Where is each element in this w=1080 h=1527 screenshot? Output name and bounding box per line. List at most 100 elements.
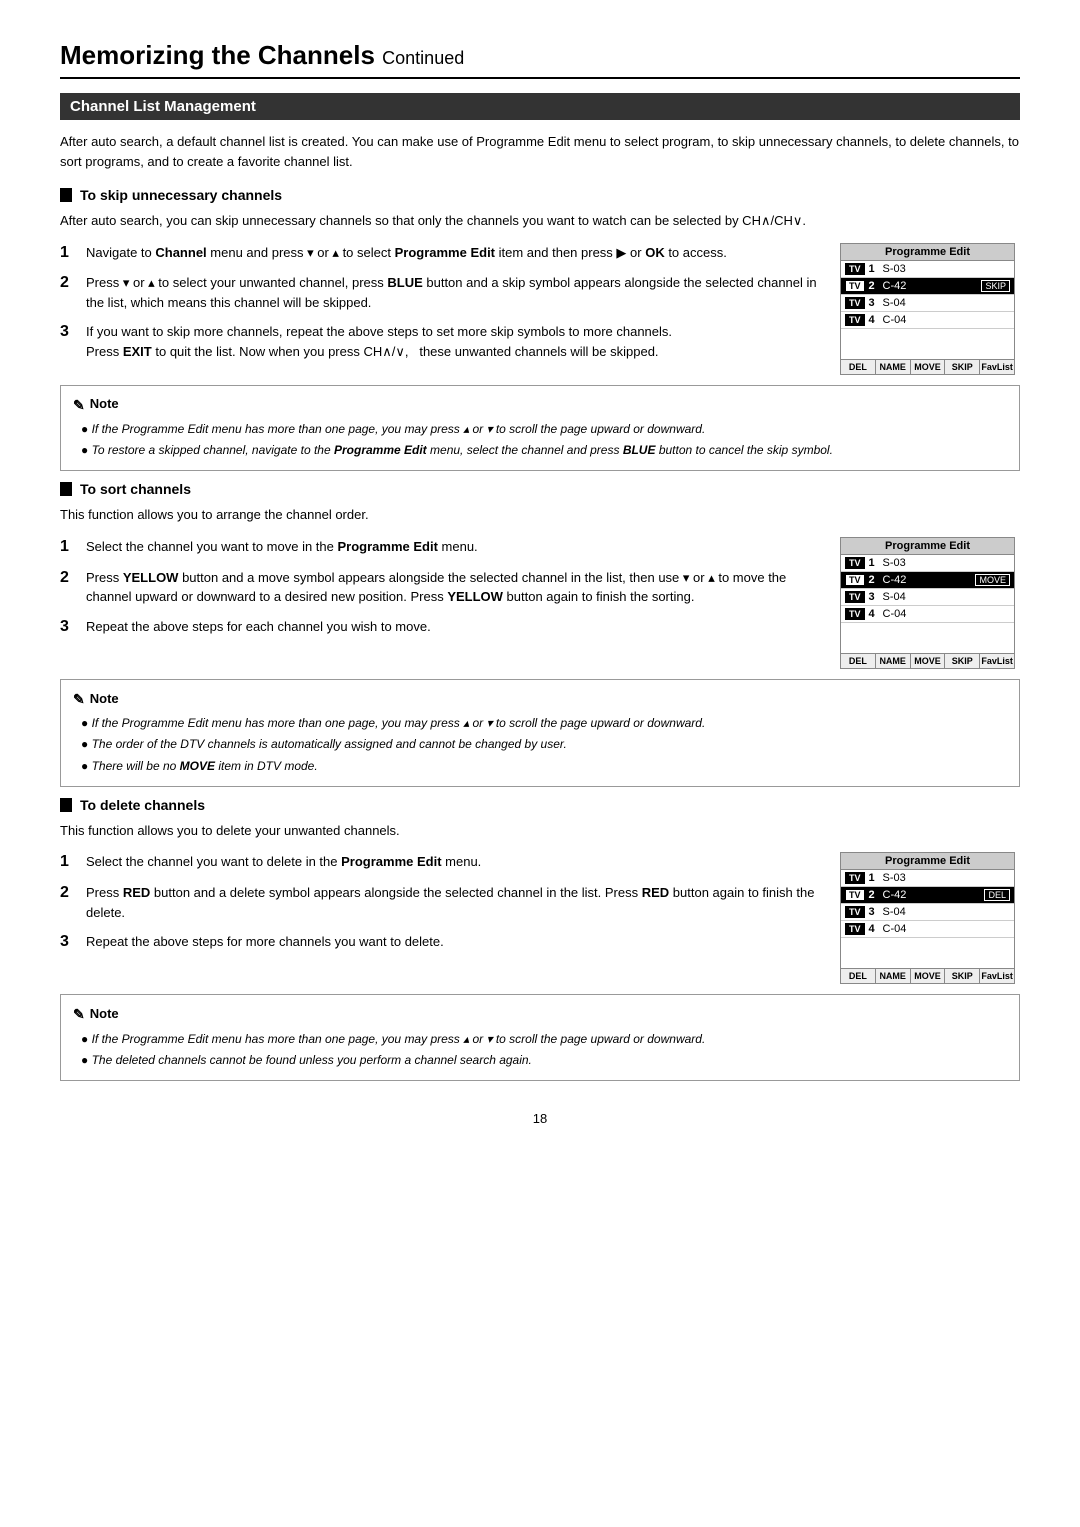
sort-row3-tv: TV bbox=[845, 591, 865, 603]
delete-panel-title: Programme Edit bbox=[841, 853, 1014, 870]
sort-title-text: To sort channels bbox=[80, 481, 191, 497]
skip-step-2: 2 Press ▾ or ▴ to select your unwanted c… bbox=[60, 273, 820, 312]
section-header-text: Channel List Management bbox=[70, 98, 256, 115]
delete-step-2-num: 2 bbox=[60, 883, 76, 922]
skip-footer-move: MOVE bbox=[911, 360, 946, 374]
skip-prog-edit-panel: Programme Edit TV 1 S-03 TV 2 C-42 SKIP … bbox=[840, 243, 1015, 375]
skip-note-header: ✎ Note bbox=[73, 394, 1007, 416]
delete-footer-skip: SKIP bbox=[945, 969, 980, 983]
skip-row1-tv: TV bbox=[845, 263, 865, 275]
skip-panel-spacer bbox=[841, 329, 1014, 359]
sort-note-header: ✎ Note bbox=[73, 688, 1007, 710]
delete-row1-num: 1 bbox=[869, 872, 879, 884]
page-title: Memorizing the Channels Continued bbox=[60, 40, 1020, 79]
delete-step-2: 2 Press RED button and a delete symbol a… bbox=[60, 883, 820, 922]
sort-note-icon: ✎ bbox=[73, 688, 85, 710]
skip-row3-num: 3 bbox=[869, 297, 879, 309]
skip-step-3: 3 If you want to skip more channels, rep… bbox=[60, 322, 820, 361]
delete-note-2: The deleted channels cannot be found unl… bbox=[81, 1051, 1007, 1070]
delete-steps-col: 1 Select the channel you want to delete … bbox=[60, 852, 820, 963]
intro-paragraph: After auto search, a default channel lis… bbox=[60, 132, 1020, 171]
delete-panel-row-3: TV 3 S-04 bbox=[841, 904, 1014, 921]
sort-row3-num: 3 bbox=[869, 591, 879, 603]
delete-step-3-num: 3 bbox=[60, 932, 76, 953]
sort-footer-name: NAME bbox=[876, 654, 911, 668]
sort-step-3-text: Repeat the above steps for each channel … bbox=[86, 617, 820, 638]
sort-footer-del: DEL bbox=[841, 654, 876, 668]
delete-panel-row-2: TV 2 C-42 DEL bbox=[841, 887, 1014, 904]
delete-footer-move: MOVE bbox=[911, 969, 946, 983]
sort-row4-name: C-04 bbox=[883, 608, 1010, 620]
delete-footer-favlist: FavList bbox=[980, 969, 1014, 983]
delete-footer-del: DEL bbox=[841, 969, 876, 983]
sort-row4-num: 4 bbox=[869, 608, 879, 620]
sort-prog-edit-panel: Programme Edit TV 1 S-03 TV 2 C-42 MOVE … bbox=[840, 537, 1015, 669]
skip-note-label: Note bbox=[90, 394, 119, 415]
continued-label: Continued bbox=[382, 48, 464, 68]
skip-title-text: To skip unnecessary channels bbox=[80, 187, 282, 203]
sort-panel-row-4: TV 4 C-04 bbox=[841, 606, 1014, 623]
sort-panel-row-1: TV 1 S-03 bbox=[841, 555, 1014, 572]
page-num-text: 18 bbox=[533, 1111, 547, 1126]
sort-step-3-num: 3 bbox=[60, 617, 76, 638]
sort-step-2-text: Press YELLOW button and a move symbol ap… bbox=[86, 568, 820, 607]
delete-row4-tv: TV bbox=[845, 923, 865, 935]
sort-footer-move: MOVE bbox=[911, 654, 946, 668]
sort-step-1: 1 Select the channel you want to move in… bbox=[60, 537, 820, 558]
skip-step-1: 1 Navigate to Channel menu and press ▾ o… bbox=[60, 243, 820, 264]
sort-step-2-num: 2 bbox=[60, 568, 76, 607]
delete-subsection-title: To delete channels bbox=[60, 797, 1020, 813]
sort-panel-col: Programme Edit TV 1 S-03 TV 2 C-42 MOVE … bbox=[840, 537, 1020, 669]
sort-row4-tv: TV bbox=[845, 608, 865, 620]
sort-row1-tv: TV bbox=[845, 557, 865, 569]
delete-note-box: ✎ Note If the Programme Edit menu has mo… bbox=[60, 994, 1020, 1081]
skip-steps-col: 1 Navigate to Channel menu and press ▾ o… bbox=[60, 243, 820, 372]
skip-row4-name: C-04 bbox=[883, 314, 1010, 326]
skip-footer-skip: SKIP bbox=[945, 360, 980, 374]
sort-steps-col: 1 Select the channel you want to move in… bbox=[60, 537, 820, 648]
delete-note-1: If the Programme Edit menu has more than… bbox=[81, 1030, 1007, 1049]
delete-steps-container: 1 Select the channel you want to delete … bbox=[60, 852, 1020, 984]
skip-step-3-text: If you want to skip more channels, repea… bbox=[86, 322, 820, 361]
skip-row1-num: 1 bbox=[869, 263, 879, 275]
delete-step-1-num: 1 bbox=[60, 852, 76, 873]
skip-row2-num: 2 bbox=[869, 280, 879, 292]
sort-panel-row-2: TV 2 C-42 MOVE bbox=[841, 572, 1014, 589]
sort-note-box: ✎ Note If the Programme Edit menu has mo… bbox=[60, 679, 1020, 787]
skip-panel-footer: DEL NAME MOVE SKIP FavList bbox=[841, 359, 1014, 374]
delete-step-1: 1 Select the channel you want to delete … bbox=[60, 852, 820, 873]
sort-row2-badge: MOVE bbox=[975, 574, 1010, 586]
skip-footer-del: DEL bbox=[841, 360, 876, 374]
sort-row3-name: S-04 bbox=[883, 591, 1010, 603]
delete-row3-tv: TV bbox=[845, 906, 865, 918]
skip-step-2-num: 2 bbox=[60, 273, 76, 312]
delete-row2-num: 2 bbox=[869, 889, 879, 901]
delete-step-2-text: Press RED button and a delete symbol app… bbox=[86, 883, 820, 922]
sort-steps-container: 1 Select the channel you want to move in… bbox=[60, 537, 1020, 669]
section-header: Channel List Management bbox=[60, 93, 1020, 120]
sort-note-2: The order of the DTV channels is automat… bbox=[81, 735, 1007, 754]
skip-row3-tv: TV bbox=[845, 297, 865, 309]
sort-panel-row-3: TV 3 S-04 bbox=[841, 589, 1014, 606]
skip-panel-row-2: TV 2 C-42 SKIP bbox=[841, 278, 1014, 295]
sort-step-3: 3 Repeat the above steps for each channe… bbox=[60, 617, 820, 638]
skip-row4-tv: TV bbox=[845, 314, 865, 326]
sort-step-2: 2 Press YELLOW button and a move symbol … bbox=[60, 568, 820, 607]
sort-panel-title: Programme Edit bbox=[841, 538, 1014, 555]
delete-panel-row-1: TV 1 S-03 bbox=[841, 870, 1014, 887]
delete-title-text: To delete channels bbox=[80, 797, 205, 813]
skip-panel-title: Programme Edit bbox=[841, 244, 1014, 261]
sort-footer-skip: SKIP bbox=[945, 654, 980, 668]
skip-step-2-text: Press ▾ or ▴ to select your unwanted cha… bbox=[86, 273, 820, 312]
delete-step-3-text: Repeat the above steps for more channels… bbox=[86, 932, 820, 953]
delete-panel-spacer bbox=[841, 938, 1014, 968]
sort-row2-tv: TV bbox=[845, 574, 865, 586]
delete-row2-badge: DEL bbox=[984, 889, 1010, 901]
title-text: Memorizing the Channels bbox=[60, 40, 375, 70]
skip-intro: After auto search, you can skip unnecess… bbox=[60, 211, 1020, 231]
delete-panel-row-4: TV 4 C-04 bbox=[841, 921, 1014, 938]
delete-row2-tv: TV bbox=[845, 889, 865, 901]
delete-step-1-text: Select the channel you want to delete in… bbox=[86, 852, 820, 873]
delete-row2-name: C-42 bbox=[883, 889, 981, 901]
skip-step-3-num: 3 bbox=[60, 322, 76, 361]
